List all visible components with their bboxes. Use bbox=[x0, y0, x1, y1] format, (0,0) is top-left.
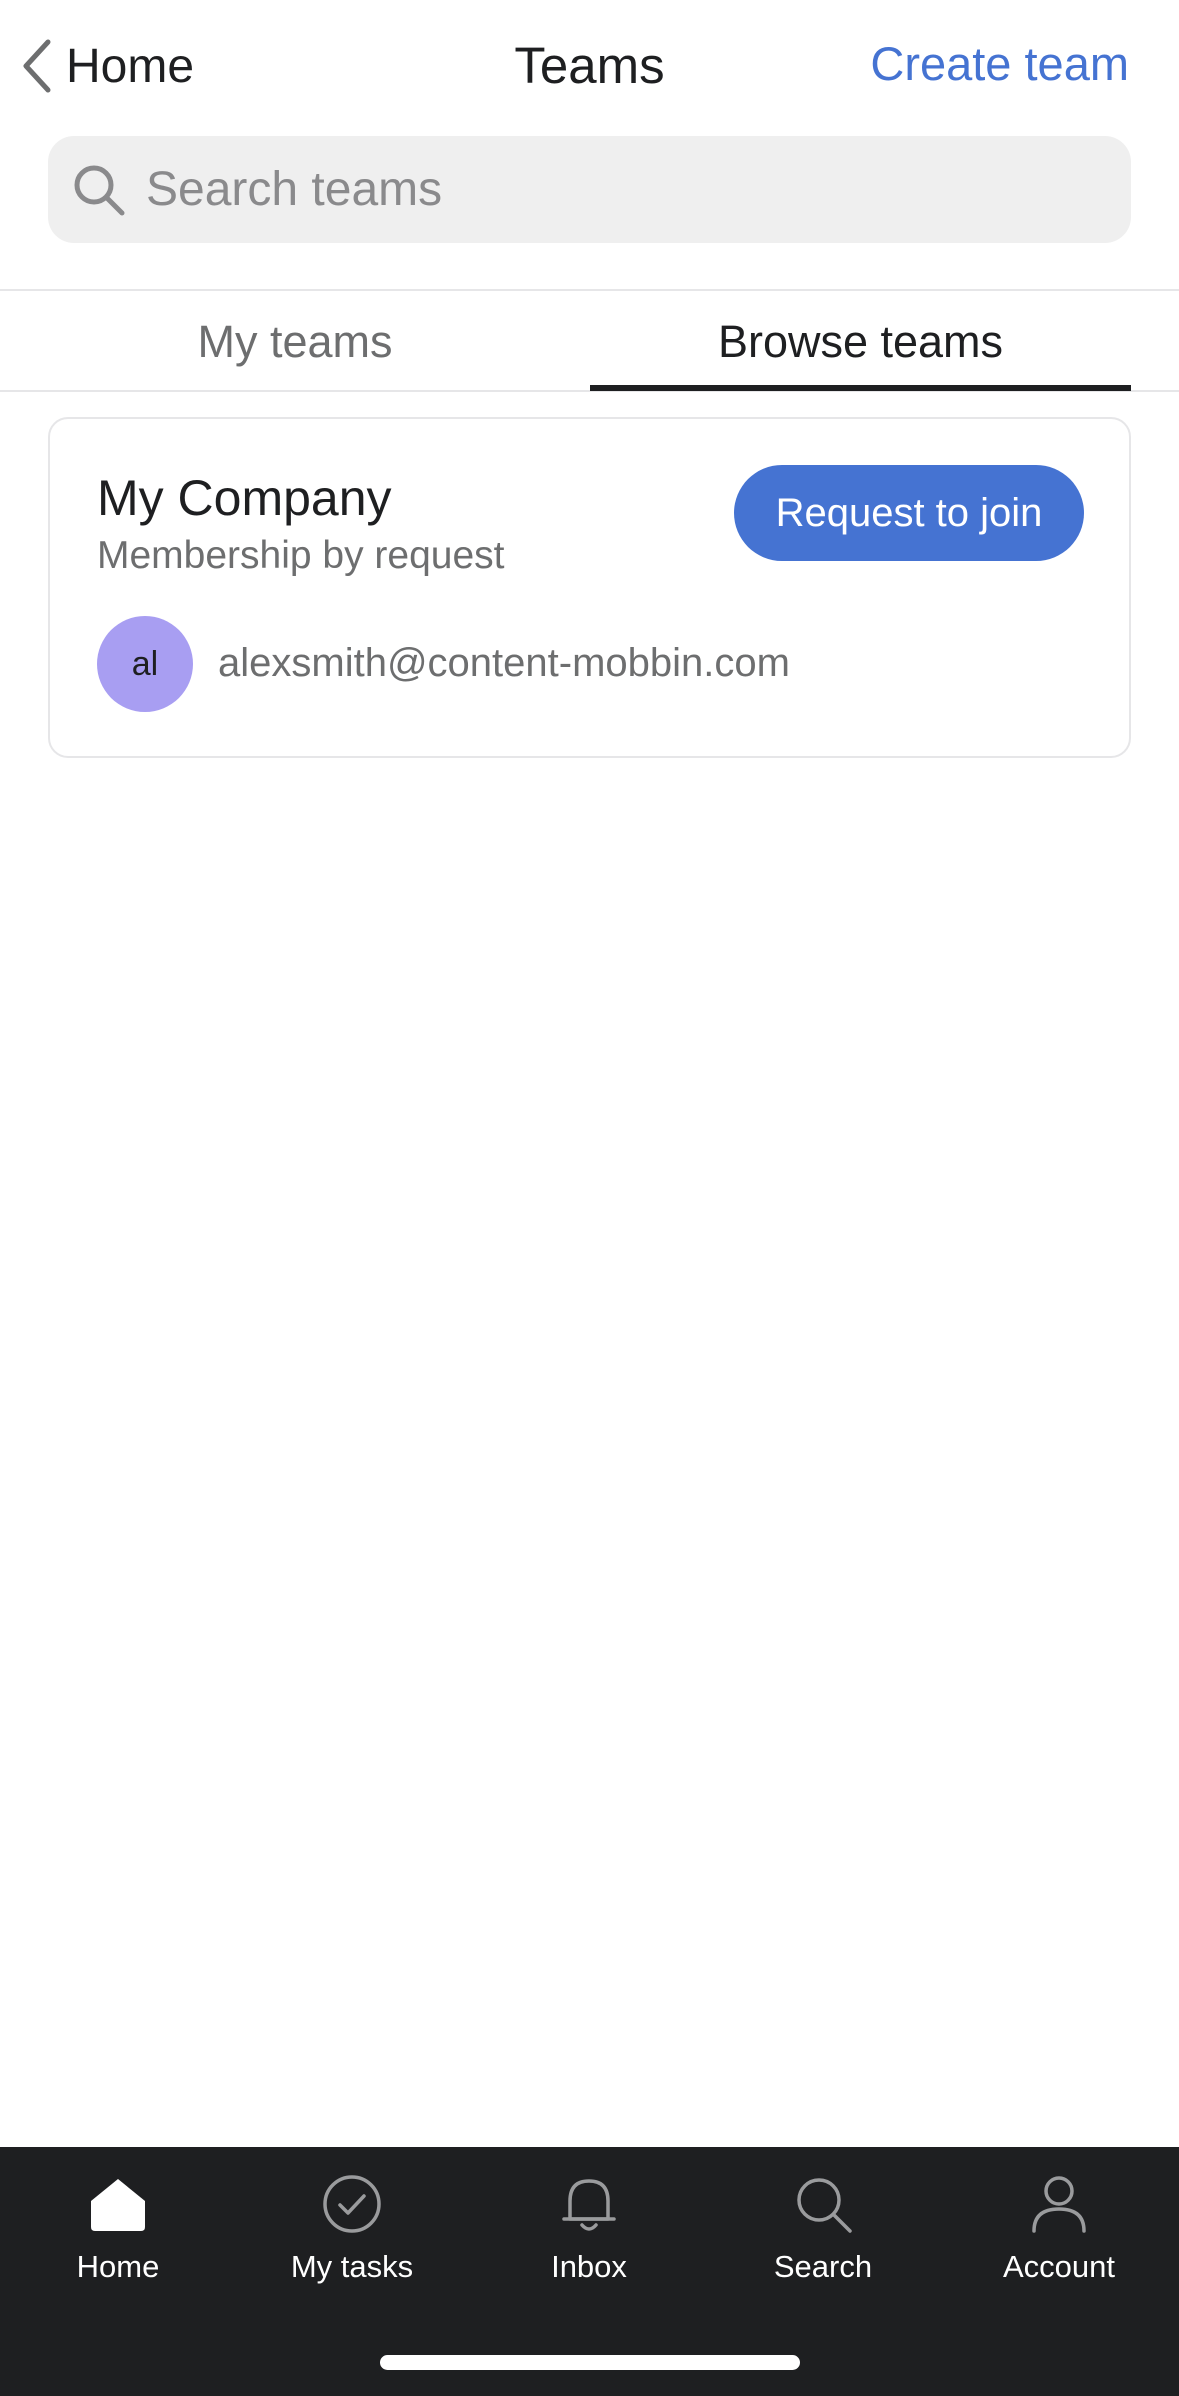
nav-item-home[interactable]: Home bbox=[18, 2171, 218, 2311]
person-icon bbox=[1032, 2176, 1086, 2233]
nav-label: Search bbox=[773, 2249, 873, 2284]
header: Home Teams Create team bbox=[0, 0, 1179, 135]
avatar: al bbox=[97, 616, 193, 712]
nav-label: Account bbox=[1002, 2249, 1115, 2284]
nav-item-inbox[interactable]: Inbox bbox=[489, 2171, 689, 2311]
nav-label: Home bbox=[76, 2249, 160, 2284]
bottom-nav-bar: Home My tasks Inbox Search Account bbox=[0, 2147, 1179, 2396]
search-icon bbox=[797, 2178, 852, 2233]
home-indicator[interactable] bbox=[380, 2355, 800, 2370]
search-icon bbox=[74, 165, 125, 215]
search-bar[interactable] bbox=[48, 136, 1131, 243]
check-circle-icon bbox=[323, 2175, 381, 2233]
tab-bar: My teams Browse teams bbox=[0, 289, 1179, 392]
nav-item-my-tasks[interactable]: My tasks bbox=[252, 2171, 452, 2311]
team-card[interactable]: My Company Membership by request Request… bbox=[48, 417, 1131, 758]
request-to-join-button[interactable]: Request to join bbox=[734, 465, 1084, 561]
nav-label: My tasks bbox=[290, 2249, 414, 2284]
member-email: alexsmith@content-mobbin.com bbox=[218, 641, 790, 685]
teams-screen: Home Teams Create team My teams Browse t… bbox=[0, 0, 1179, 2396]
create-team-button[interactable]: Create team bbox=[870, 36, 1129, 91]
nav-item-search[interactable]: Search bbox=[723, 2171, 923, 2311]
search-input[interactable] bbox=[146, 162, 1046, 217]
active-tab-indicator bbox=[590, 385, 1131, 391]
nav-item-account[interactable]: Account bbox=[959, 2171, 1159, 2311]
team-name: My Company bbox=[97, 470, 392, 526]
bell-icon bbox=[562, 2179, 616, 2231]
team-membership-type: Membership by request bbox=[97, 534, 505, 577]
tab-my-teams[interactable]: My teams bbox=[0, 291, 590, 392]
home-icon bbox=[91, 2179, 145, 2231]
nav-label: Inbox bbox=[551, 2249, 627, 2284]
tab-browse-teams[interactable]: Browse teams bbox=[590, 291, 1131, 392]
